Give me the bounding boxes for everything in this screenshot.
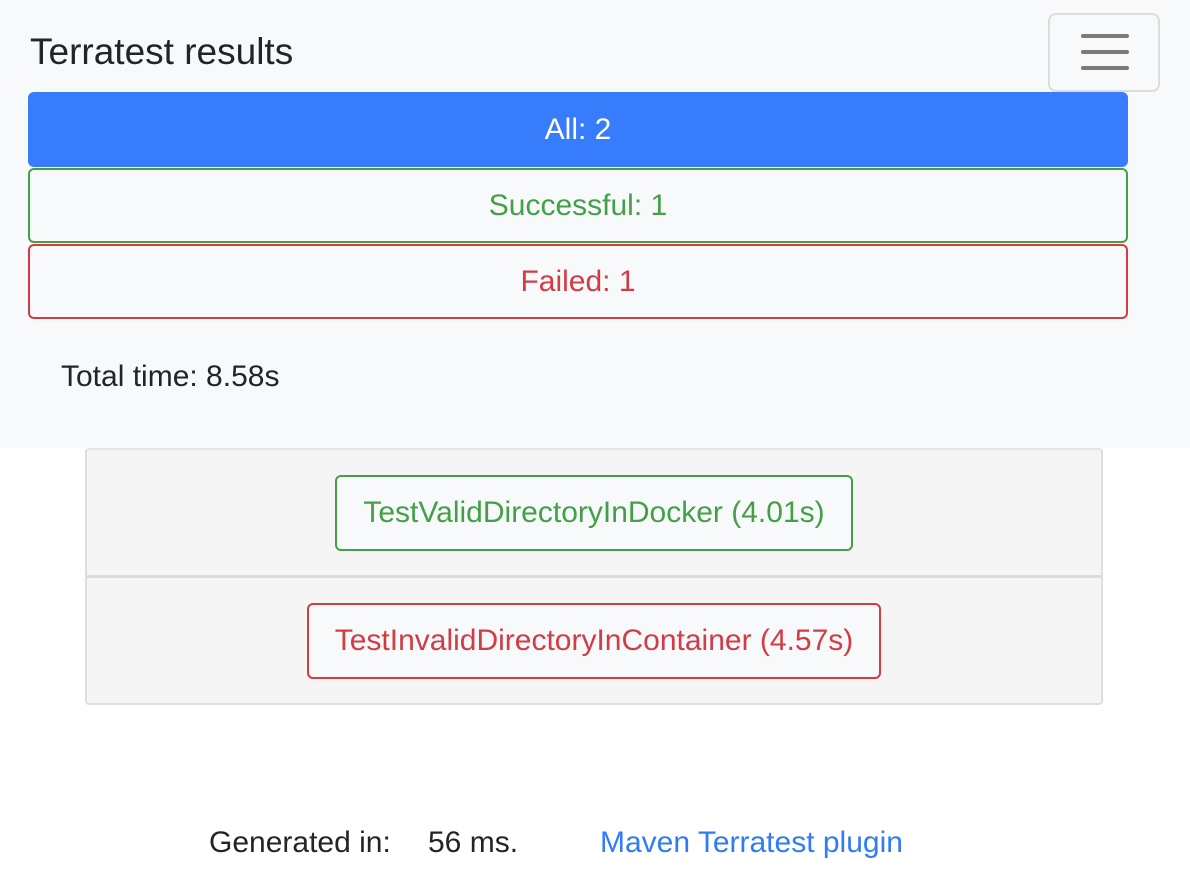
plugin-link[interactable]: Maven Terratest plugin — [600, 823, 903, 863]
list-item: TestValidDirectoryInDocker (4.01s) — [87, 450, 1101, 578]
navbar: Terratest results All: 2 Successful: 1 F… — [0, 0, 1190, 448]
filter-failed-button[interactable]: Failed: 1 — [28, 244, 1128, 319]
test-list: TestValidDirectoryInDocker (4.01s) TestI… — [85, 448, 1103, 705]
total-time: Total time: 8.58s — [61, 360, 280, 393]
test-result-button-failed[interactable]: TestInvalidDirectoryInContainer (4.57s) — [306, 602, 882, 679]
filter-successful-button[interactable]: Successful: 1 — [28, 168, 1128, 243]
test-result-button-success[interactable]: TestValidDirectoryInDocker (4.01s) — [335, 474, 853, 551]
filter-all-button[interactable]: All: 2 — [28, 92, 1128, 167]
page-title[interactable]: Terratest results — [30, 30, 293, 74]
generated-label: Generated in: — [209, 826, 391, 859]
generated-value: 56 ms. — [428, 826, 519, 859]
list-item: TestInvalidDirectoryInContainer (4.57s) — [87, 578, 1101, 703]
menu-toggle-button[interactable] — [1048, 13, 1160, 92]
